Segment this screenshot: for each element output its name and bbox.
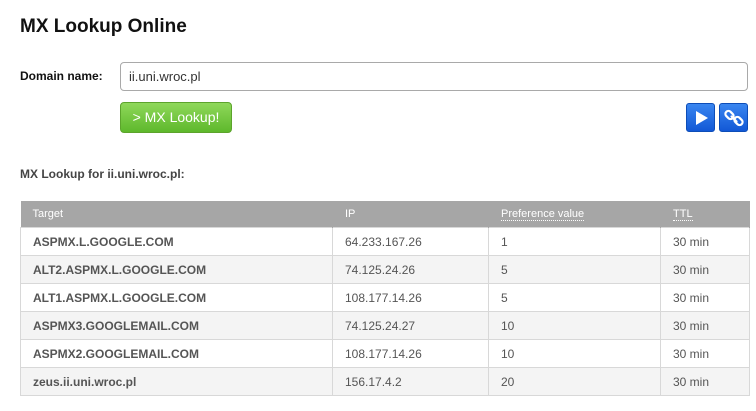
row-preference: 10 [488, 339, 661, 368]
row-target: ALT2.ASPMX.L.GOOGLE.COM [20, 255, 333, 284]
table-header-row: Target IP Preference value TTL [20, 201, 750, 228]
page-title: MX Lookup Online [20, 16, 187, 37]
play-button[interactable] [686, 103, 715, 132]
row-target: ASPMX.L.GOOGLE.COM [20, 227, 333, 256]
row-preference: 20 [488, 367, 661, 396]
mx-results-table: Target IP Preference value TTL ASPMX.L.G… [20, 201, 750, 396]
row-target: ALT1.ASPMX.L.GOOGLE.COM [20, 283, 333, 312]
row-ip: 74.125.24.27 [332, 311, 489, 340]
row-ttl: 30 min [660, 339, 750, 368]
row-ttl: 30 min [660, 283, 750, 312]
row-preference: 1 [488, 227, 661, 256]
table-row: ASPMX2.GOOGLEMAIL.COM 108.177.14.26 10 3… [20, 339, 750, 368]
column-header-ip: IP [332, 201, 489, 228]
row-target: ASPMX2.GOOGLEMAIL.COM [20, 339, 333, 368]
table-row: ASPMX.L.GOOGLE.COM 64.233.167.26 1 30 mi… [20, 227, 750, 256]
row-ip: 156.17.4.2 [332, 367, 489, 396]
column-header-ttl[interactable]: TTL [660, 201, 750, 228]
table-row: ALT1.ASPMX.L.GOOGLE.COM 108.177.14.26 5 … [20, 283, 750, 312]
row-ttl: 30 min [660, 227, 750, 256]
row-target: ASPMX3.GOOGLEMAIL.COM [20, 311, 333, 340]
link-icon [723, 109, 744, 126]
row-ttl: 30 min [660, 311, 750, 340]
row-ttl: 30 min [660, 367, 750, 396]
row-preference: 10 [488, 311, 661, 340]
column-header-ttl-label: TTL [673, 208, 693, 221]
row-preference: 5 [488, 283, 661, 312]
domain-name-label: Domain name: [20, 69, 103, 83]
domain-name-input[interactable] [120, 62, 748, 91]
column-header-preference[interactable]: Preference value [488, 201, 661, 228]
row-ip: 108.177.14.26 [332, 283, 489, 312]
mx-lookup-button[interactable]: > MX Lookup! [120, 102, 232, 133]
row-ip: 74.125.24.26 [332, 255, 489, 284]
table-row: ALT2.ASPMX.L.GOOGLE.COM 74.125.24.26 5 3… [20, 255, 750, 284]
row-preference: 5 [488, 255, 661, 284]
row-ttl: 30 min [660, 255, 750, 284]
row-ip: 64.233.167.26 [332, 227, 489, 256]
column-header-preference-label: Preference value [501, 208, 585, 221]
row-target: zeus.ii.uni.wroc.pl [20, 367, 333, 396]
row-ip: 108.177.14.26 [332, 339, 489, 368]
column-header-target: Target [20, 201, 333, 228]
play-icon [695, 110, 708, 125]
table-row: ASPMX3.GOOGLEMAIL.COM 74.125.24.27 10 30… [20, 311, 750, 340]
link-button[interactable] [719, 103, 748, 132]
table-row: zeus.ii.uni.wroc.pl 156.17.4.2 20 30 min [20, 367, 750, 396]
results-heading: MX Lookup for ii.uni.wroc.pl: [20, 167, 185, 181]
